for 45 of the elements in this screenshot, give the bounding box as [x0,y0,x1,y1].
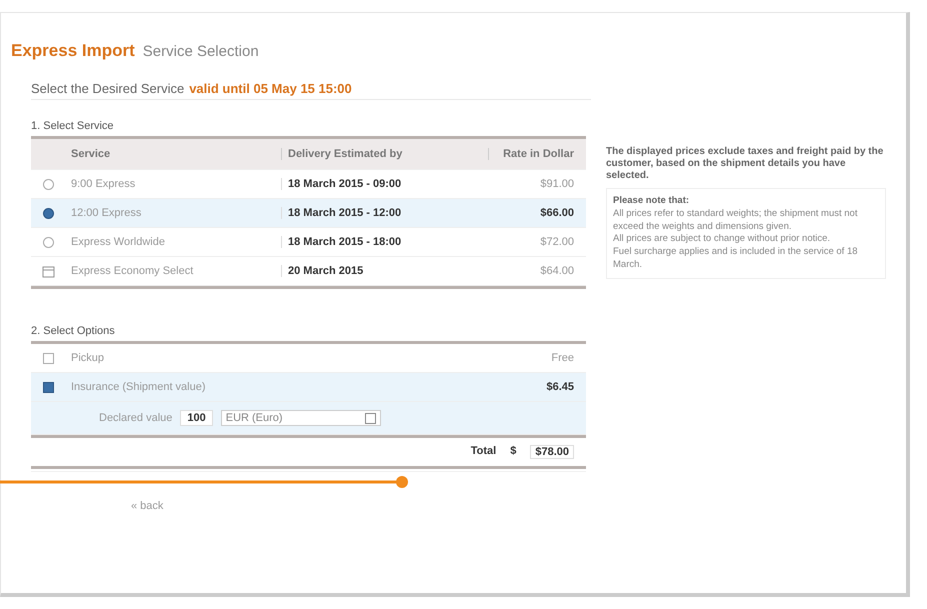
total-currency: $ [510,445,516,459]
instruction-text: Select the Desired Service [31,81,184,96]
column-header: Service [70,148,112,160]
service-rate: $91.00 [539,178,575,190]
service-rate: $72.00 [539,236,575,248]
delivery-date: 18 March 2015 - 09:00 [281,178,488,190]
service-row[interactable]: 12:00 Express 18 March 2015 - 12:00 $66.00 [31,199,586,228]
option-name: Pickup [70,352,106,364]
declared-value-label: Declared value [99,412,172,424]
delivery-date: 18 March 2015 - 18:00 [281,236,488,248]
validity-text: valid until 05 May 15 15:00 [189,81,352,96]
checkbox[interactable] [42,352,54,364]
note-heading: Please note that: [613,195,690,208]
service-name: 9:00 Express [70,178,136,190]
calendar-icon[interactable] [42,264,54,278]
checkbox[interactable] [42,382,54,392]
option-price: $6.45 [545,381,575,393]
service-name: 12:00 Express [70,207,142,219]
radio-button[interactable] [42,208,54,218]
total-amount: $78.00 [530,445,574,459]
dropdown-icon [364,412,376,424]
page-subtitle: Service Selection [142,43,259,60]
delivery-date: 18 March 2015 - 12:00 [281,207,488,219]
option-price: Free [550,352,575,364]
total-label: Total [470,445,496,459]
service-name: Express Economy Select [70,265,194,277]
column-header: Rate in Dollar [488,148,586,160]
note-intro: The displayed prices exclude taxes and freight paid by the customer, based on the shipment details you have selected. [606,146,884,182]
option-name: Insurance (Shipment value) [70,381,207,393]
column-header: Delivery Estimated by [281,148,488,160]
service-rate: $64.00 [539,265,575,277]
radio-button[interactable] [42,178,54,190]
delivery-date: 20 March 2015 [281,265,488,277]
note-item: Fuel surcharge applies and is included in the service of 18 March. [613,246,859,272]
declared-value-field[interactable]: 100 [180,410,213,426]
radio-button[interactable] [42,236,54,248]
service-name: Express Worldwide [70,236,166,248]
currency-dropdown[interactable]: EUR (Euro) [220,410,381,426]
note-item: All prices are subject to change without prior notice. [613,233,832,246]
service-rate: $66.00 [539,207,575,219]
page-title: Express Import [11,41,135,61]
service-row[interactable]: Express Worldwide 18 March 2015 - 18:00 $72.00 [31,228,586,257]
note-item: All prices refer to standard weights; the shipment must not exceed the weights and dimensions given. [613,208,858,234]
section-heading: 2. Select Options [31,325,586,344]
service-row[interactable]: Express Economy Select 20 March 2015 $64.00 [31,257,586,286]
